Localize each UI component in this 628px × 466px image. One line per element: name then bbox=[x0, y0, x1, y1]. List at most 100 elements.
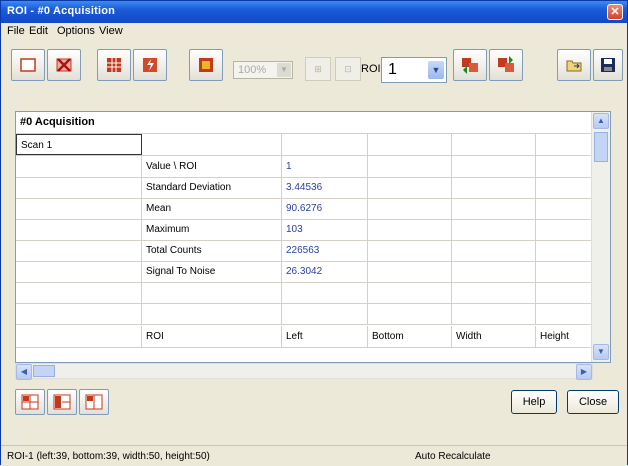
table-row: Mean 90.6276 bbox=[16, 198, 594, 220]
table-cell bbox=[452, 282, 536, 303]
table-cell bbox=[16, 156, 142, 177]
scroll-left-icon[interactable]: ◀ bbox=[16, 364, 32, 380]
copy-icon: ⊞ bbox=[314, 64, 322, 74]
zoom-value: 100% bbox=[238, 64, 267, 76]
chevron-down-icon[interactable]: ▼ bbox=[428, 61, 444, 79]
layout-button-2[interactable] bbox=[47, 389, 77, 415]
stat-name-cell: Value \ ROI bbox=[142, 156, 282, 177]
color-button[interactable] bbox=[189, 49, 223, 81]
table-cell bbox=[536, 282, 594, 303]
zoom-select[interactable]: 100% ▼ bbox=[233, 61, 293, 79]
geom-header-width: Width bbox=[452, 326, 536, 347]
roi-data-grid[interactable]: #0 Acquisition Scan 1 Value \ ROI 1 Standa… bbox=[15, 111, 611, 363]
grid-roi-icon bbox=[107, 58, 121, 72]
roi-label: ROI bbox=[361, 63, 381, 75]
table-cell bbox=[282, 282, 368, 303]
table-cell bbox=[368, 198, 452, 219]
roi-prev-icon bbox=[462, 58, 478, 74]
table-row: Scan 1 bbox=[16, 134, 594, 156]
table-cell bbox=[142, 282, 282, 303]
roi-select-value: 1 bbox=[388, 61, 397, 78]
table-row: Signal To Noise 26.3042 bbox=[16, 261, 594, 283]
roi-select[interactable]: 1 ▼ bbox=[381, 57, 447, 83]
roi-tool-button[interactable] bbox=[133, 49, 167, 81]
save-icon bbox=[601, 58, 615, 72]
status-recalc: Auto Recalculate bbox=[415, 451, 491, 462]
geom-header-height: Height bbox=[536, 326, 594, 347]
close-button[interactable]: Close bbox=[567, 390, 619, 414]
table-cell bbox=[536, 156, 594, 177]
layout-split-icon bbox=[53, 394, 71, 410]
open-file-icon bbox=[566, 60, 582, 72]
table-cell bbox=[368, 282, 452, 303]
menu-view[interactable]: View bbox=[99, 25, 123, 37]
table-cell bbox=[452, 198, 536, 219]
table-row bbox=[16, 282, 594, 304]
table-cell bbox=[368, 303, 452, 324]
table-cell bbox=[368, 240, 452, 261]
grid-header-title: #0 Acquisition bbox=[16, 112, 148, 133]
delete-roi-button[interactable] bbox=[47, 49, 81, 81]
grid-roi-button[interactable] bbox=[97, 49, 131, 81]
toolbar: 100% ▼ ⊞ ⊡ ROI 1 ▼ bbox=[1, 41, 627, 97]
scroll-right-icon[interactable]: ▶ bbox=[576, 364, 592, 380]
open-file-button[interactable] bbox=[557, 49, 591, 81]
roi-tool-icon bbox=[143, 58, 157, 72]
hscroll-thumb[interactable] bbox=[33, 365, 55, 377]
table-cell bbox=[282, 303, 368, 324]
table-cell bbox=[16, 303, 142, 324]
status-roi-info: ROI-1 (left:39, bottom:39, width:50, hei… bbox=[7, 451, 210, 462]
table-cell bbox=[536, 177, 594, 198]
stat-value-cell: 103 bbox=[282, 219, 368, 240]
table-row bbox=[16, 303, 594, 325]
title-bar[interactable]: ROI - #0 Acquisition ✕ bbox=[1, 1, 627, 23]
table-row: ROI Left Bottom Width Height bbox=[16, 326, 594, 348]
layout-button-3[interactable] bbox=[79, 389, 109, 415]
menu-file[interactable]: File bbox=[7, 25, 25, 37]
table-cell bbox=[452, 219, 536, 240]
table-cell bbox=[16, 177, 142, 198]
table-cell bbox=[452, 240, 536, 261]
scan-label: Scan 1 bbox=[21, 140, 53, 151]
vertical-scrollbar[interactable]: ▲ ▼ bbox=[591, 112, 610, 362]
help-button[interactable]: Help bbox=[511, 390, 557, 414]
table-row: #0 Acquisition bbox=[16, 112, 594, 134]
layout-button-1[interactable] bbox=[15, 389, 45, 415]
roi-next-icon bbox=[498, 56, 514, 72]
table-row: Standard Deviation 3.44536 bbox=[16, 177, 594, 199]
paste-icon: ⊡ bbox=[344, 64, 352, 74]
table-cell bbox=[16, 282, 142, 303]
table-cell bbox=[16, 240, 142, 261]
table-cell bbox=[16, 198, 142, 219]
horizontal-scrollbar[interactable]: ◀ ▶ bbox=[15, 363, 593, 380]
roi-next-button[interactable] bbox=[489, 49, 523, 81]
menu-edit[interactable]: Edit bbox=[29, 25, 48, 37]
new-roi-icon bbox=[20, 58, 36, 72]
roi-prev-button[interactable] bbox=[453, 49, 487, 81]
table-cell bbox=[368, 261, 452, 282]
table-cell bbox=[16, 326, 142, 347]
color-icon bbox=[199, 58, 213, 72]
chevron-down-icon[interactable]: ▼ bbox=[277, 63, 291, 77]
stat-value-cell: 226563 bbox=[282, 240, 368, 261]
layout-single-icon bbox=[85, 394, 103, 410]
close-window-icon[interactable]: ✕ bbox=[607, 4, 623, 20]
stat-name-cell: Total Counts bbox=[142, 240, 282, 261]
table-cell bbox=[536, 303, 594, 324]
scroll-down-icon[interactable]: ▼ bbox=[593, 344, 609, 360]
roi-window: ROI - #0 Acquisition ✕ File Edit Options… bbox=[0, 0, 628, 466]
stat-name-cell: Maximum bbox=[142, 219, 282, 240]
menu-options[interactable]: Options bbox=[57, 25, 95, 37]
scroll-thumb[interactable] bbox=[594, 132, 608, 162]
new-roi-button[interactable] bbox=[11, 49, 45, 81]
stat-value-cell: 3.44536 bbox=[282, 177, 368, 198]
delete-roi-icon bbox=[56, 58, 72, 72]
table-cell bbox=[452, 134, 536, 155]
geom-header-roi: ROI bbox=[142, 326, 282, 347]
copy-button[interactable]: ⊞ bbox=[305, 57, 331, 81]
paste-button[interactable]: ⊡ bbox=[335, 57, 361, 81]
save-button[interactable] bbox=[593, 49, 623, 81]
geom-header-left: Left bbox=[282, 326, 368, 347]
scroll-up-icon[interactable]: ▲ bbox=[593, 113, 609, 129]
scan-label-cell[interactable]: Scan 1 bbox=[16, 134, 142, 155]
